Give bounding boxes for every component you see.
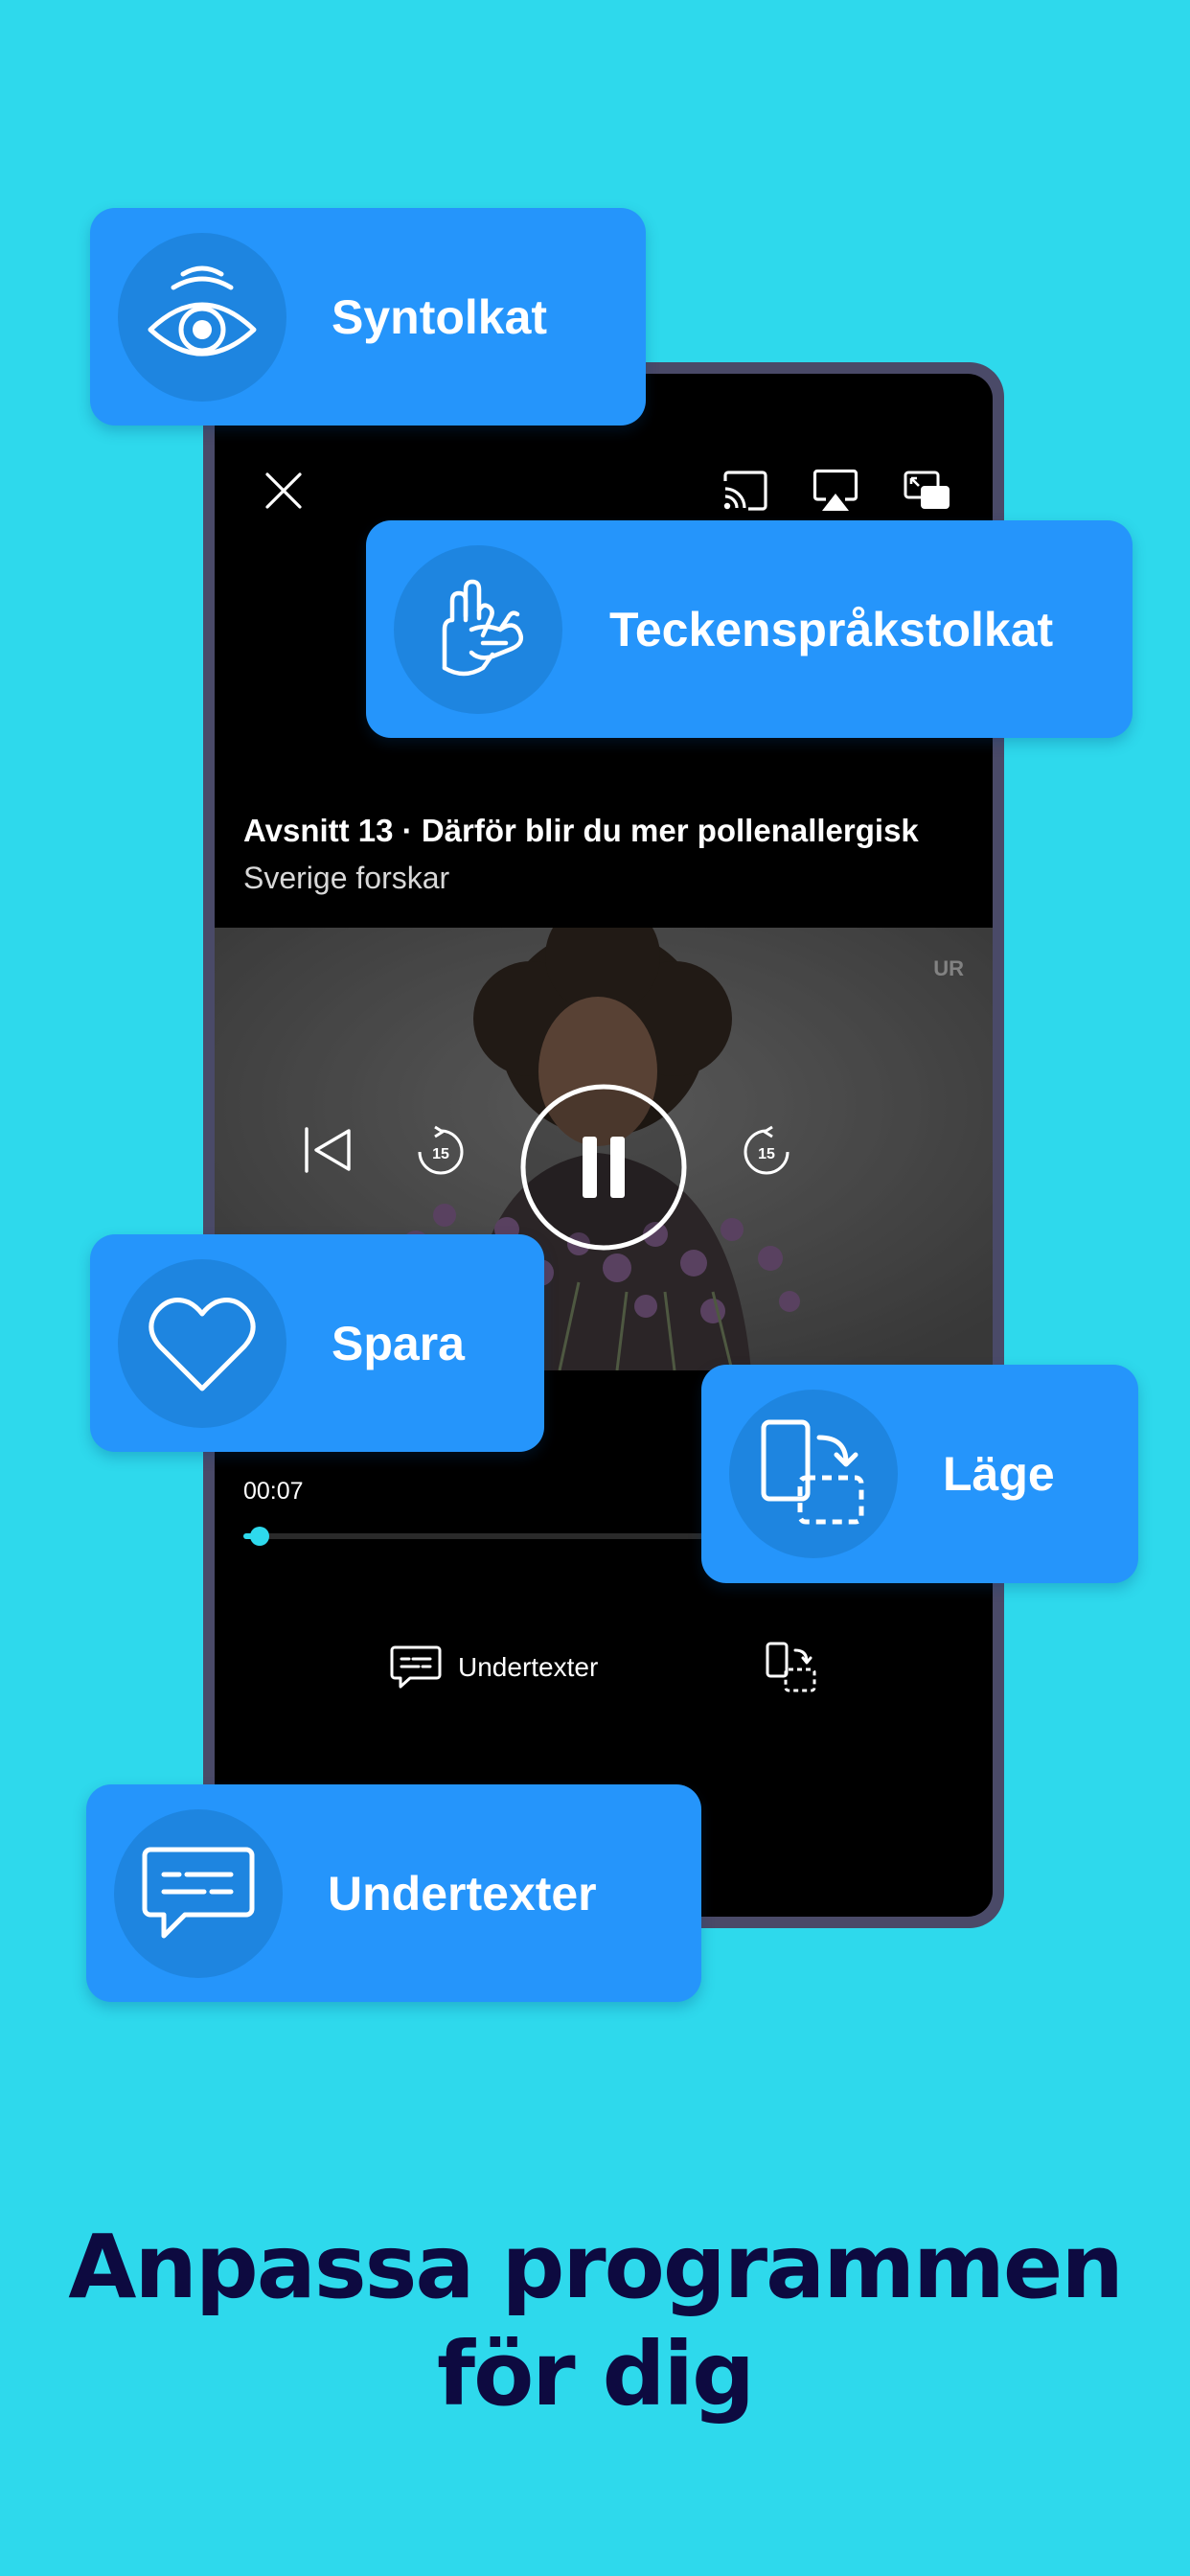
subtitles-icon <box>390 1645 442 1689</box>
eye-icon <box>148 265 257 356</box>
cast-icon <box>723 471 767 511</box>
close-icon <box>265 472 302 509</box>
card-teckensprak-label: Teckenspråkstolkat <box>609 602 1054 656</box>
rotate-mode-icon <box>761 1419 864 1525</box>
headline-line-1: Anpassa programmen <box>68 2216 1124 2318</box>
card-syntolkat[interactable]: Syntolkat <box>90 208 646 426</box>
card-undertexter-label: Undertexter <box>328 1866 597 1920</box>
sign-language-hands-icon <box>442 579 523 677</box>
picture-in-picture-icon <box>904 471 950 509</box>
forward-15-icon: 15 <box>744 1125 790 1175</box>
card-lage-icon-circle <box>729 1390 898 1558</box>
play-pause-button[interactable] <box>519 1083 688 1252</box>
card-syntolkat-icon-circle <box>118 233 286 402</box>
cast-button[interactable] <box>719 464 772 518</box>
rewind-seconds-label: 15 <box>432 1146 449 1162</box>
ur-watermark: UR <box>933 956 964 980</box>
subtitles-icon <box>142 1847 255 1939</box>
card-teckensprak-icon-circle <box>394 545 562 714</box>
airplay-icon <box>812 469 858 511</box>
heart-icon <box>149 1298 256 1392</box>
rewind-15-icon: 15 <box>418 1125 464 1175</box>
previous-button[interactable] <box>297 1119 358 1181</box>
card-spara[interactable]: Spara <box>90 1234 544 1452</box>
headline-line-2: för dig <box>437 2323 755 2426</box>
airplay-button[interactable] <box>809 464 862 518</box>
card-undertexter[interactable]: Undertexter <box>86 1784 701 2002</box>
card-lage-label: Läge <box>943 1447 1055 1501</box>
headline: Anpassa programmen för dig <box>0 2214 1190 2428</box>
card-spara-label: Spara <box>332 1316 465 1370</box>
progress-scrubber-handle[interactable] <box>249 1527 269 1546</box>
elapsed-time: 00:07 <box>243 1478 304 1505</box>
skip-previous-icon <box>305 1127 351 1173</box>
pip-button[interactable] <box>901 464 954 518</box>
close-button[interactable] <box>257 464 310 518</box>
forward-seconds-label: 15 <box>758 1146 775 1162</box>
card-lage[interactable]: Läge <box>701 1365 1138 1583</box>
mode-button[interactable] <box>763 1639 820 1696</box>
card-teckensprakstolkat[interactable]: Teckenspråkstolkat <box>366 520 1133 738</box>
card-spara-icon-circle <box>118 1259 286 1428</box>
pause-icon <box>520 1084 687 1251</box>
program-name: Sverige forskar <box>243 861 450 895</box>
rotate-mode-icon <box>766 1642 816 1692</box>
card-syntolkat-label: Syntolkat <box>332 289 548 344</box>
progress-bar[interactable] <box>243 1527 780 1546</box>
subtitles-button-label: Undertexter <box>458 1652 599 1682</box>
episode-title: Avsnitt 13 · Därför blir du mer pollenal… <box>243 813 919 848</box>
rewind-15-button[interactable]: 15 <box>412 1121 469 1179</box>
subtitles-button[interactable]: Undertexter <box>389 1641 598 1694</box>
card-undertexter-icon-circle <box>114 1809 283 1978</box>
forward-15-button[interactable]: 15 <box>738 1121 795 1179</box>
